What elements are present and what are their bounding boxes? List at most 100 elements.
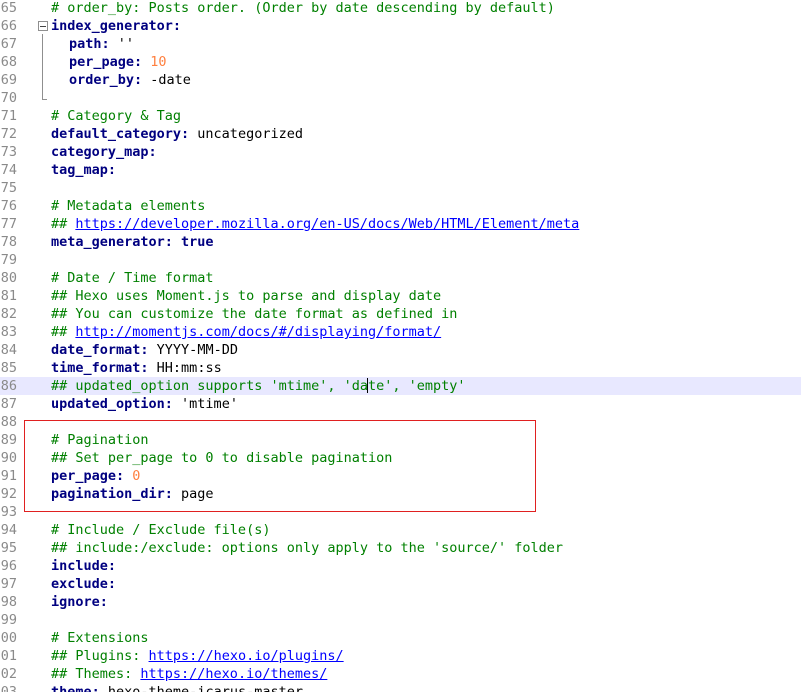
code-line[interactable]: 66 index_generator: [0,17,801,35]
url-link[interactable]: http://momentjs.com/docs/#/displaying/fo… [75,324,441,340]
line-number: 68 [0,54,17,70]
comment-token: # Include / Exclude file(s) [51,522,271,538]
line-content: ## updated_option supports 'mtime', 'dat… [51,377,466,395]
code-line[interactable]: 78 meta_generator: true [0,233,801,251]
line-number: 82 [0,306,17,322]
comment-token: ## include:/exclude: options only apply … [51,540,564,556]
line-number: 74 [0,162,17,178]
code-line[interactable]: 68 per_page: 10 [0,53,801,71]
key-token: ignore: [51,594,108,610]
code-line[interactable]: 02 ## Themes: https://hexo.io/themes/ [0,665,801,683]
line-content: # order_by: Posts order. (Order by date … [51,0,555,17]
comment-token: ## You can customize the date format as … [51,306,458,322]
code-line[interactable]: 65 # order_by: Posts order. (Order by dat… [0,0,801,17]
line-content: ## Hexo uses Moment.js to parse and disp… [51,287,441,305]
line-content: date_format: YYYY-MM-DD [51,341,238,359]
line-content: theme: hexo-theme-icarus-master [51,683,303,692]
code-line[interactable]: 97 exclude: [0,575,801,593]
line-number: 85 [0,360,17,376]
comment-token: ## Themes: [51,666,141,682]
code-editor[interactable]: 65 # order_by: Posts order. (Order by dat… [0,0,801,692]
key-token: default_category: [51,126,190,142]
key-token: exclude: [51,576,117,592]
line-number: 95 [0,540,17,556]
line-number: 96 [0,558,17,574]
line-number: 03 [0,684,17,692]
line-number: 02 [0,666,17,682]
code-line[interactable]: 87 updated_option: 'mtime' [0,395,801,413]
line-content: tag_map: [51,161,116,179]
key-token: meta_generator: [51,234,173,250]
comment-token: # Extensions [51,630,149,646]
url-link[interactable]: https://hexo.io/plugins/ [149,648,344,664]
code-line[interactable]: 77 ## https://developer.mozilla.org/en-US… [0,215,801,233]
code-line[interactable]: 82 ## You can customize the date format a… [0,305,801,323]
line-number: 00 [0,630,17,646]
line-number: 92 [0,486,17,502]
line-number: 70 [0,90,17,106]
line-content: include: [51,557,116,575]
key-token: updated_option: [51,396,173,412]
code-line[interactable]: 94 # Include / Exclude file(s) [0,521,801,539]
line-number: 69 [0,72,17,88]
code-line[interactable]: 80 # Date / Time format [0,269,801,287]
value-token: uncategorized [189,126,303,142]
comment-token: te', 'empty' [367,378,466,394]
code-line[interactable]: 83 ## http://momentjs.com/docs/#/displayi… [0,323,801,341]
value-token: '' [109,36,135,52]
line-content: path: '' [69,35,134,53]
line-content: ## include:/exclude: options only apply … [51,539,563,557]
code-line[interactable]: 81 ## Hexo uses Moment.js to parse and di… [0,287,801,305]
code-line[interactable]: 69 order_by: -date [0,71,801,89]
line-number: 79 [0,252,17,268]
line-number: 80 [0,270,17,286]
line-number: 93 [0,504,17,520]
line-number: 81 [0,288,17,304]
comment-token: ## [51,216,76,232]
code-line[interactable]: 00 # Extensions [0,629,801,647]
key-token: category_map: [51,144,157,160]
code-line[interactable]: 01 ## Plugins: https://hexo.io/plugins/ [0,647,801,665]
code-line[interactable]: 70 [0,89,801,107]
line-content: # Category & Tag [51,107,181,125]
line-content: ## Themes: https://hexo.io/themes/ [51,665,327,683]
line-number: 94 [0,522,17,538]
line-number: 72 [0,126,17,142]
comment-token: ## Plugins: [51,648,149,664]
code-line[interactable]: 73 category_map: [0,143,801,161]
code-line[interactable]: 84 date_format: YYYY-MM-DD [0,341,801,359]
url-link[interactable]: https://hexo.io/themes/ [140,666,327,682]
line-content: ## http://momentjs.com/docs/#/displaying… [51,323,441,341]
line-content: # Date / Time format [51,269,214,287]
code-line[interactable]: 72 default_category: uncategorized [0,125,801,143]
code-line[interactable]: 67 path: '' [0,35,801,53]
line-content: index_generator: [51,17,181,35]
key-token: time_format: [51,360,149,376]
line-number: 84 [0,342,17,358]
code-line[interactable]: 79 [0,251,801,269]
key-token: index_generator: [51,18,182,34]
line-content: ignore: [51,593,108,611]
line-number: 66 [0,18,17,34]
comment-token: ## [51,324,76,340]
code-line[interactable]: 03 theme: hexo-theme-icarus-master [0,683,801,692]
key-token: per_page: [69,54,143,70]
code-line[interactable]: 86 ## updated_option supports 'mtime', 'd… [0,377,801,395]
code-line[interactable]: 95 ## include:/exclude: options only appl… [0,539,801,557]
code-line[interactable]: 98 ignore: [0,593,801,611]
url-link[interactable]: https://developer.mozilla.org/en-US/docs… [75,216,579,232]
code-line[interactable]: 76 # Metadata elements [0,197,801,215]
code-line[interactable]: 74 tag_map: [0,161,801,179]
line-number: 71 [0,108,17,124]
line-number: 88 [0,414,17,430]
code-line[interactable]: 75 [0,179,801,197]
code-line[interactable]: 99 [0,611,801,629]
line-content: per_page: 10 [69,53,167,71]
comment-token: # Metadata elements [51,198,206,214]
line-number: 78 [0,234,17,250]
fold-toggle-icon[interactable] [38,21,48,31]
code-line[interactable]: 71 # Category & Tag [0,107,801,125]
line-number: 89 [0,432,17,448]
code-line[interactable]: 96 include: [0,557,801,575]
code-line[interactable]: 85 time_format: HH:mm:ss [0,359,801,377]
